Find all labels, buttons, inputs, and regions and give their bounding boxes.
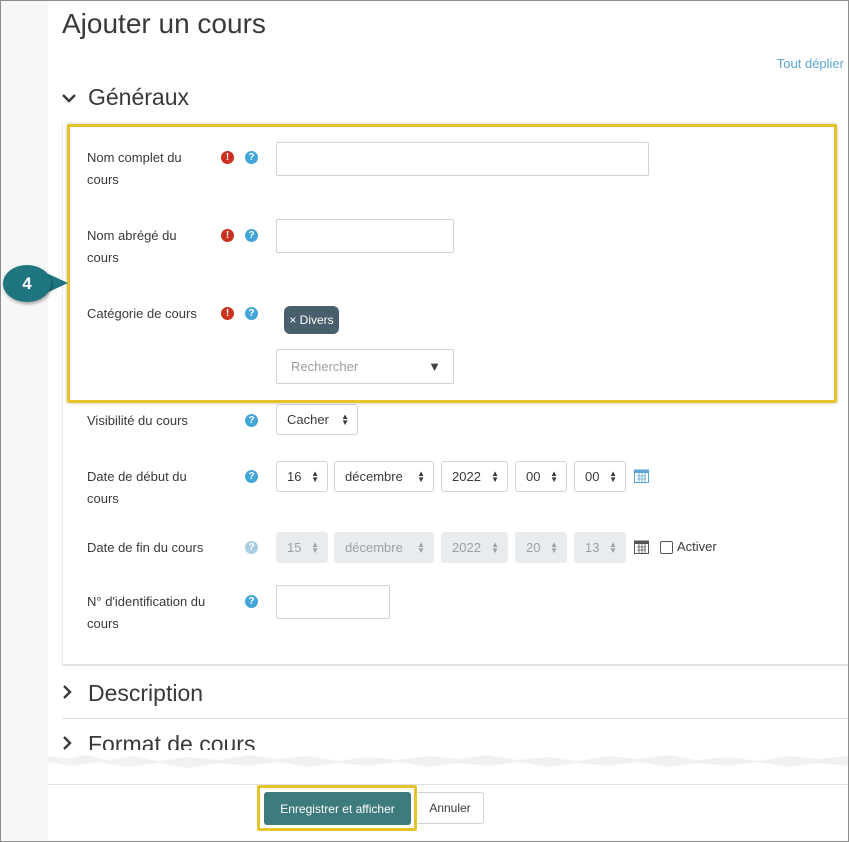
save-button-highlight: [257, 785, 417, 831]
cancel-button[interactable]: Annuler: [416, 792, 484, 824]
page-title: Ajouter un cours: [62, 8, 266, 39]
section-general-header[interactable]: Généraux: [62, 84, 189, 111]
fields-highlight: [67, 124, 837, 403]
section-divider: [62, 718, 848, 719]
section-description-header[interactable]: Description: [62, 680, 203, 707]
step-callout: 4: [3, 265, 51, 302]
torn-edge: [48, 750, 848, 784]
section-general-title: Généraux: [88, 84, 190, 110]
section-description-title: Description: [88, 680, 204, 706]
expand-all-link[interactable]: Tout déplier: [777, 56, 844, 71]
chevron-right-icon: [62, 683, 88, 704]
chevron-down-icon: [62, 87, 88, 108]
